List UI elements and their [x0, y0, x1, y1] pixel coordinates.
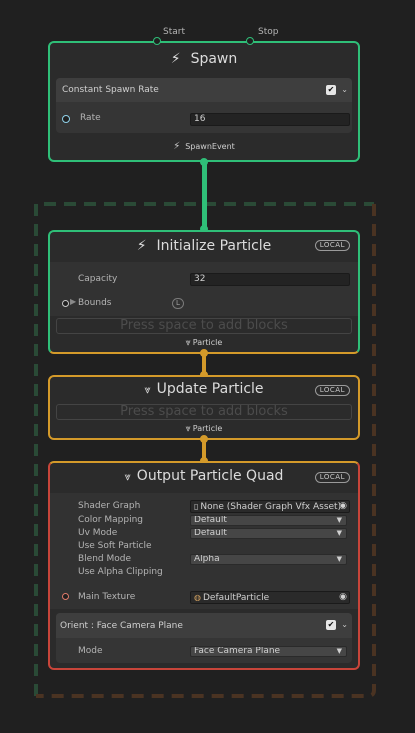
dropdown-arrow-icon: ▼ [336, 555, 342, 563]
particle-label: Particle [192, 424, 223, 433]
main-texture-label: Main Texture [78, 592, 136, 602]
output-context[interactable]: ⩔ Output Particle Quad LOCAL Shader Graph… [48, 461, 360, 670]
color-mapping-value: Default [194, 515, 227, 525]
spawn-context[interactable]: ⚡ Spawn Constant Spawn Rate ✔ ⌄ Rate 16 ⚡… [48, 41, 360, 162]
initialize-title-row: ⚡ Initialize Particle [50, 238, 358, 254]
block-title: Constant Spawn Rate [62, 85, 159, 95]
chevron-down-icon[interactable]: ⌄ [341, 85, 348, 94]
spawn-event-port[interactable] [200, 158, 208, 166]
shader-graph-field[interactable]: ▯ None (Shader Graph Vfx Asset) ◉ [190, 500, 350, 513]
expand-triangle-icon[interactable]: ▶ [70, 297, 76, 306]
initialize-settings-block: Capacity 32 ▶ Bounds L [50, 262, 358, 316]
update-context[interactable]: ⩔ Update Particle LOCAL Press space to ad… [48, 375, 360, 440]
start-port[interactable] [153, 37, 161, 45]
use-soft-particle-label: Use Soft Particle [78, 541, 152, 551]
update-flow-out: ⩔ Particle [50, 424, 358, 434]
orient-block-title: Orient : Face Camera Plane [60, 621, 183, 631]
rate-label: Rate [80, 113, 101, 123]
uv-mode-label: Uv Mode [78, 528, 118, 538]
lightning-icon: ⚡ [136, 238, 147, 254]
dropdown-arrow-icon: ▼ [336, 516, 342, 524]
init-flow-out: ⩔ Particle [50, 338, 358, 348]
object-picker-icon[interactable]: ◉ [339, 501, 347, 512]
spawn-to-init-connector [202, 163, 207, 229]
main-texture-value: DefaultParticle [202, 593, 270, 603]
spawn-title: Spawn [190, 51, 238, 67]
local-badge: LOCAL [314, 240, 350, 251]
space-badge: L [172, 298, 184, 309]
rate-input[interactable]: 16 [190, 113, 350, 126]
lightning-icon: ⚡ [173, 141, 181, 152]
start-label: Start [163, 27, 185, 37]
add-blocks-placeholder[interactable]: Press space to add blocks [56, 404, 352, 420]
orient-block[interactable]: Orient : Face Camera Plane ✔ ⌄ Mode Face… [56, 613, 352, 663]
blend-mode-dropdown[interactable]: Alpha ▼ [190, 554, 347, 565]
spawn-title-row: ⚡ Spawn [50, 51, 358, 67]
capacity-input[interactable]: 32 [190, 273, 350, 286]
spawn-event-output: ⚡ SpawnEvent [50, 141, 358, 152]
output-title-row: ⩔ Output Particle Quad [50, 468, 358, 484]
add-blocks-placeholder[interactable]: Press space to add blocks [56, 318, 352, 334]
particle-flow-icon: ⩔ [144, 383, 151, 396]
output-title: Output Particle Quad [136, 468, 284, 484]
particle-flow-icon: ⩔ [185, 424, 191, 434]
block-enabled-checkbox[interactable]: ✔ [326, 85, 336, 95]
chevron-down-icon[interactable]: ⌄ [341, 620, 348, 629]
shader-graph-value: None (Shader Graph Vfx Asset) [200, 502, 342, 512]
shader-graph-label: Shader Graph [78, 501, 141, 511]
bounds-input-port[interactable] [62, 300, 69, 307]
particle-flow-icon: ⩔ [185, 338, 191, 348]
output-settings-block: Shader Graph ▯ None (Shader Graph Vfx Ass… [50, 493, 358, 609]
dropdown-arrow-icon: ▼ [336, 647, 342, 655]
color-mapping-label: Color Mapping [78, 515, 143, 525]
dropdown-arrow-icon: ▼ [336, 529, 342, 537]
object-picker-icon[interactable]: ◉ [339, 592, 347, 603]
lightning-icon: ⚡ [170, 51, 181, 67]
main-texture-input-port[interactable] [62, 593, 69, 600]
update-flow-out-port[interactable] [200, 435, 208, 443]
initialize-title: Initialize Particle [156, 238, 272, 254]
color-mapping-dropdown[interactable]: Default ▼ [190, 515, 347, 526]
rate-input-port[interactable] [62, 115, 70, 123]
spawn-event-label: SpawnEvent [185, 142, 235, 151]
block-header: Orient : Face Camera Plane ✔ ⌄ [56, 613, 352, 638]
update-title-row: ⩔ Update Particle [50, 381, 358, 397]
particle-label: Particle [192, 338, 223, 347]
mode-label: Mode [78, 646, 103, 656]
bounds-label: Bounds [78, 298, 112, 308]
stop-port[interactable] [246, 37, 254, 45]
document-icon: ▯ [194, 502, 199, 511]
local-badge: LOCAL [314, 385, 350, 396]
update-title: Update Particle [156, 381, 264, 397]
block-enabled-checkbox[interactable]: ✔ [326, 620, 336, 630]
initialize-context[interactable]: ⚡ Initialize Particle LOCAL Capacity 32 ▶… [48, 230, 360, 354]
main-texture-field[interactable]: ◍ DefaultParticle ◉ [190, 591, 350, 604]
uv-mode-value: Default [194, 528, 227, 538]
init-flow-out-port[interactable] [200, 349, 208, 357]
capacity-label: Capacity [78, 274, 118, 284]
use-alpha-clipping-label: Use Alpha Clipping [78, 567, 163, 577]
stop-label: Stop [258, 27, 279, 37]
particle-flow-icon: ⩔ [124, 470, 131, 483]
blend-mode-label: Blend Mode [78, 554, 132, 564]
constant-spawn-rate-block[interactable]: Constant Spawn Rate ✔ ⌄ Rate 16 [56, 78, 352, 133]
mode-dropdown[interactable]: Face Camera Plane ▼ [190, 646, 347, 657]
mode-value: Face Camera Plane [194, 646, 281, 656]
local-badge: LOCAL [314, 472, 350, 483]
texture-icon: ◍ [194, 593, 201, 602]
block-header: Constant Spawn Rate ✔ ⌄ [56, 78, 352, 102]
blend-mode-value: Alpha [194, 554, 220, 564]
uv-mode-dropdown[interactable]: Default ▼ [190, 528, 347, 539]
